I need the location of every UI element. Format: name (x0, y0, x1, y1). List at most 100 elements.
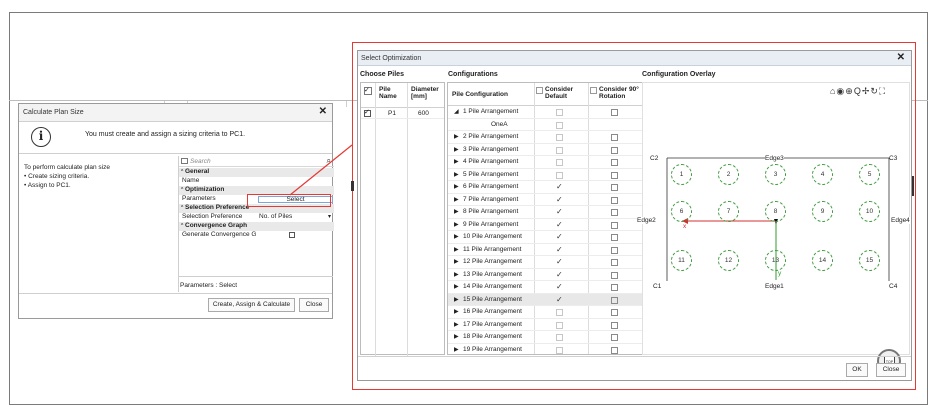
configuration-overlay-canvas[interactable]: ⌂◉⊕Q✢↻⛶ C2 C3 C1 C4 Edge3 Edge1 Edge2 Ed… (637, 82, 910, 373)
expand-icon[interactable]: ▶ (454, 231, 459, 243)
consider-rotation-checkbox[interactable] (611, 221, 618, 229)
expand-icon[interactable]: ▶ (454, 256, 459, 268)
consider-default-checkbox[interactable] (556, 171, 563, 179)
expand-icon[interactable]: ▶ (454, 306, 459, 318)
table-row[interactable]: ▶ 4 Pile Arrangement (448, 156, 642, 169)
table-row[interactable]: ▶ 8 Pile Arrangement ✓ (448, 206, 642, 219)
expand-icon[interactable]: ▶ (454, 156, 459, 168)
consider-default-checkbox[interactable]: ✓ (556, 194, 563, 206)
table-row[interactable]: ▶ 16 Pile Arrangement (448, 306, 642, 319)
expand-icon[interactable]: ▶ (454, 294, 459, 306)
consider-default-checkbox[interactable] (556, 146, 563, 154)
pile-marker[interactable]: 8 (765, 201, 786, 222)
table-row[interactable]: ▶ 10 Pile Arrangement ✓ (448, 231, 642, 244)
table-row[interactable]: ▶ 14 Pile Arrangement ✓ (448, 281, 642, 294)
pile-marker[interactable]: 4 (812, 164, 833, 185)
pile-marker[interactable]: 5 (859, 164, 880, 185)
expand-icon[interactable]: ▶ (454, 344, 459, 355)
close-button[interactable]: Close (876, 363, 906, 377)
ok-button[interactable]: OK (846, 363, 868, 377)
consider-default-checkbox[interactable]: ✓ (556, 269, 563, 281)
table-row[interactable]: ◢ 1 Pile Arrangement (448, 106, 642, 119)
table-row[interactable]: ▶ 3 Pile Arrangement (448, 144, 642, 156)
expand-icon[interactable]: ▶ (454, 181, 459, 193)
column-diameter[interactable]: Diameter [mm] (411, 86, 439, 100)
table-row[interactable]: ▶ 12 Pile Arrangement ✓ (448, 256, 642, 269)
pile-marker[interactable]: 13 (765, 250, 786, 271)
consider-rotation-checkbox[interactable] (611, 296, 618, 304)
column-pile-configuration[interactable]: Pile Configuration (452, 91, 508, 98)
consider-rotation-checkbox[interactable] (611, 109, 618, 116)
consider-default-checkbox[interactable] (556, 159, 563, 166)
expand-icon[interactable]: ▶ (454, 269, 459, 281)
splitter-handle[interactable] (912, 176, 914, 196)
consider-default-checkbox[interactable] (556, 346, 563, 354)
consider-default-checkbox[interactable]: ✓ (556, 219, 563, 231)
consider-rotation-checkbox[interactable] (611, 134, 618, 141)
table-row[interactable]: ▶ 15 Pile Arrangement ✓ (448, 293, 642, 306)
table-row[interactable]: ▶ 7 Pile Arrangement ✓ (448, 194, 642, 206)
close-icon[interactable]: ✕ (897, 52, 905, 63)
consider-rotation-checkbox[interactable] (611, 259, 618, 266)
pile-marker[interactable]: 3 (765, 164, 786, 185)
consider-default-all-checkbox[interactable] (536, 87, 543, 94)
consider-default-checkbox[interactable] (556, 134, 563, 141)
consider-rotation-checkbox[interactable] (611, 321, 618, 329)
pile-marker[interactable]: 15 (859, 250, 880, 271)
pile-marker[interactable]: 10 (859, 201, 880, 222)
table-row[interactable]: ▶ 13 Pile Arrangement ✓ (448, 269, 642, 281)
consider-rotation-checkbox[interactable] (611, 334, 618, 341)
pile-marker[interactable]: 7 (718, 201, 739, 222)
pile-marker[interactable]: 2 (718, 164, 739, 185)
consider-default-checkbox[interactable]: ✓ (556, 206, 563, 218)
collapse-icon[interactable]: ◢ (454, 106, 459, 118)
pile-marker[interactable]: 1 (671, 164, 692, 185)
expand-icon[interactable]: ▶ (454, 144, 459, 156)
consider-default-checkbox[interactable] (556, 334, 563, 341)
pile-marker[interactable]: 14 (812, 250, 833, 271)
consider-default-checkbox[interactable]: ✓ (556, 181, 563, 193)
consider-rotation-checkbox[interactable] (611, 159, 618, 166)
expand-icon[interactable]: ▶ (454, 244, 459, 256)
table-row[interactable]: ▶ 19 Pile Arrangement (448, 344, 642, 355)
expand-icon[interactable]: ▶ (454, 206, 459, 218)
table-row[interactable]: OneA (448, 119, 642, 131)
pile-marker[interactable]: 6 (671, 201, 692, 222)
expand-icon[interactable]: ▶ (454, 319, 459, 331)
consider-rotation-checkbox[interactable] (611, 284, 618, 291)
consider-default-checkbox[interactable]: ✓ (556, 244, 563, 256)
consider-rotation-checkbox[interactable] (611, 246, 618, 254)
consider-default-checkbox[interactable] (556, 309, 563, 316)
column-consider-default[interactable]: Consider Default (545, 86, 573, 100)
splitter-handle[interactable] (351, 181, 354, 191)
consider-rotation-checkbox[interactable] (611, 171, 618, 179)
consider-default-checkbox[interactable] (556, 121, 563, 129)
table-row[interactable]: ▶ 5 Pile Arrangement (448, 169, 642, 181)
consider-rotation-checkbox[interactable] (611, 234, 618, 241)
consider-rotation-checkbox[interactable] (611, 309, 618, 316)
consider-default-checkbox[interactable]: ✓ (556, 281, 563, 293)
expand-icon[interactable]: ▶ (454, 169, 459, 181)
consider-rotation-checkbox[interactable] (611, 346, 618, 354)
consider-default-checkbox[interactable] (556, 109, 563, 116)
table-row[interactable]: ✓ P1 600 (361, 108, 444, 119)
expand-icon[interactable]: ▶ (454, 281, 459, 293)
consider-default-checkbox[interactable]: ✓ (556, 294, 563, 306)
consider-rotation-checkbox[interactable] (611, 184, 618, 191)
consider-rotation-checkbox[interactable] (611, 146, 618, 154)
table-row[interactable]: ▶ 6 Pile Arrangement ✓ (448, 181, 642, 194)
consider-rotation-checkbox[interactable] (611, 196, 618, 204)
pile-marker[interactable]: 11 (671, 250, 692, 271)
consider-default-checkbox[interactable]: ✓ (556, 256, 563, 268)
consider-rotation-all-checkbox[interactable] (590, 87, 597, 94)
column-pile-name[interactable]: Pile Name (379, 86, 397, 100)
consider-rotation-checkbox[interactable] (611, 209, 618, 216)
table-row[interactable]: ▶ 9 Pile Arrangement ✓ (448, 219, 642, 231)
table-row[interactable]: ▶ 11 Pile Arrangement ✓ (448, 244, 642, 256)
consider-default-checkbox[interactable]: ✓ (556, 231, 563, 243)
table-row[interactable]: ▶ 18 Pile Arrangement (448, 331, 642, 344)
pile-marker[interactable]: 9 (812, 201, 833, 222)
table-row[interactable]: ▶ 17 Pile Arrangement (448, 319, 642, 331)
expand-icon[interactable]: ▶ (454, 219, 459, 231)
expand-icon[interactable]: ▶ (454, 194, 459, 206)
